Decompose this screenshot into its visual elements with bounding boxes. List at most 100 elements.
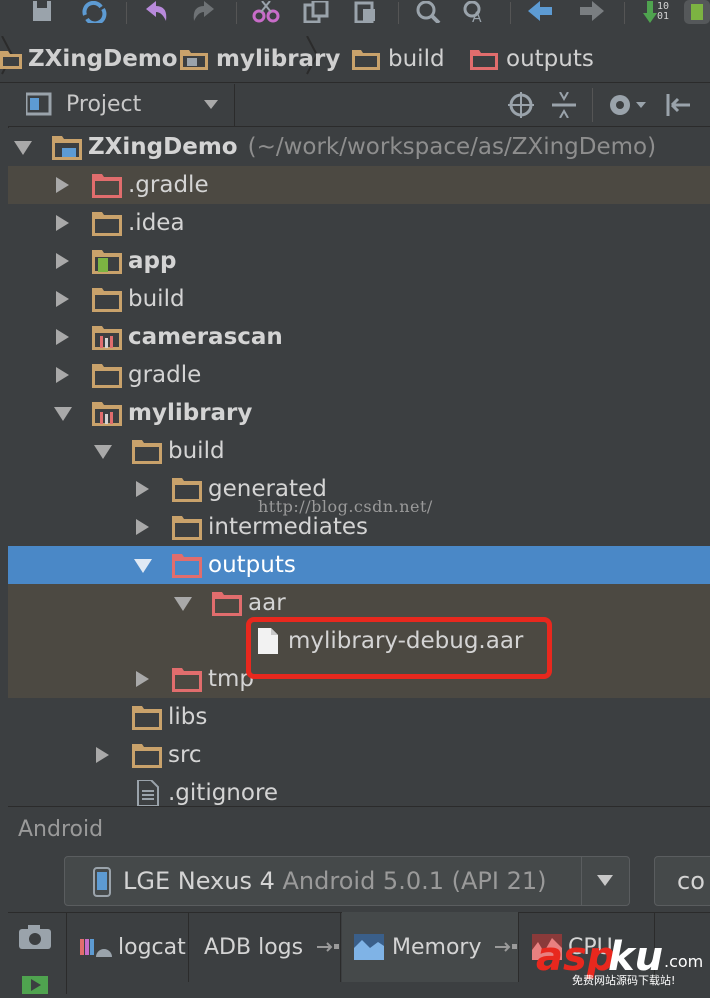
- tree-node-camerascan[interactable]: camerascan: [8, 318, 710, 356]
- tree-node-label: app: [128, 248, 177, 274]
- logo-tagline: 免费网站源码下载站!: [572, 974, 676, 987]
- device-label: LGE Nexus 4 Android 5.0.1 (API 21): [123, 857, 547, 905]
- collapsed-arrow-icon[interactable]: [96, 747, 109, 763]
- tab-logcat[interactable]: logcat: [74, 912, 189, 982]
- tree-node-idea[interactable]: .idea: [8, 204, 710, 242]
- tree-node-root[interactable]: ZXingDemo (~/work/workspace/as/ZXingDemo): [8, 128, 710, 166]
- make-icon-bits: 10 01: [656, 1, 670, 22]
- folder-icon: [92, 364, 122, 388]
- folder-icon: [132, 744, 162, 768]
- locate-file-icon[interactable]: [508, 92, 534, 122]
- find-icon[interactable]: [414, 0, 442, 24]
- run-icon[interactable]: [22, 976, 48, 998]
- tree-node-label: gradle: [128, 362, 202, 388]
- back-icon[interactable]: [526, 0, 554, 24]
- site-logo: asp ku .com 免费网站源码下载站!: [536, 936, 706, 988]
- tree-node-mylibrary[interactable]: mylibrary: [8, 394, 710, 432]
- tree-node-label: ZXingDemo (~/work/workspace/as/ZXingDemo): [88, 128, 656, 166]
- highlight-annotation-box: [246, 617, 552, 679]
- tree-node-label: mylibrary: [128, 400, 253, 426]
- expanded-arrow-icon[interactable]: [54, 407, 72, 421]
- project-folder-icon: [0, 51, 22, 69]
- folder-icon: [132, 440, 162, 464]
- text-file-icon: [137, 780, 159, 806]
- excluded-folder-icon: [172, 554, 202, 578]
- breadcrumb-item-build[interactable]: build: [352, 36, 445, 82]
- tab-memory[interactable]: Memory: [342, 912, 519, 982]
- library-module-icon: [92, 326, 122, 350]
- collapsed-arrow-icon[interactable]: [56, 253, 69, 269]
- collapsed-arrow-icon[interactable]: [56, 215, 69, 231]
- collapsed-arrow-icon[interactable]: [56, 329, 69, 345]
- chevron-down-icon[interactable]: [597, 875, 613, 887]
- restore-icon[interactable]: [495, 940, 518, 954]
- breadcrumb-label: ZXingDemo: [28, 46, 178, 72]
- collapsed-arrow-icon[interactable]: [136, 519, 149, 535]
- tree-node-label: .idea: [128, 210, 185, 236]
- collapsed-arrow-icon[interactable]: [136, 671, 149, 687]
- collapse-all-icon[interactable]: [552, 91, 576, 122]
- screenshot-camera-icon[interactable]: [18, 924, 52, 954]
- chevron-down-icon: [204, 100, 218, 109]
- make-icon[interactable]: 10 01: [636, 0, 676, 24]
- android-panel-title: Android: [18, 817, 104, 842]
- tree-node-src[interactable]: src: [8, 736, 710, 774]
- tree-node-app[interactable]: app: [8, 242, 710, 280]
- project-view-selector[interactable]: Project: [66, 84, 226, 126]
- collapsed-arrow-icon[interactable]: [56, 177, 69, 193]
- tree-node-gradle[interactable]: gradle: [8, 356, 710, 394]
- device-os: Android 5.0.1 (API 21): [282, 867, 547, 895]
- android-icon[interactable]: [684, 0, 710, 24]
- replace-icon[interactable]: A: [462, 0, 490, 24]
- process-selector[interactable]: co: [654, 856, 710, 906]
- tree-node-outputs[interactable]: outputs: [8, 546, 710, 584]
- folder-icon: [132, 706, 162, 730]
- main-toolbar: A 10 01: [0, 0, 710, 37]
- copy-icon[interactable]: [302, 0, 330, 24]
- expanded-arrow-icon[interactable]: [94, 445, 112, 459]
- expanded-arrow-icon[interactable]: [14, 141, 32, 155]
- hide-panel-icon[interactable]: [664, 92, 690, 122]
- save-icon[interactable]: [28, 0, 56, 24]
- tree-node-label: build: [128, 286, 185, 312]
- redo-icon[interactable]: [190, 0, 218, 24]
- breadcrumb-item-outputs[interactable]: outputs: [470, 36, 594, 82]
- memory-chart-icon: [354, 934, 384, 960]
- cut-icon[interactable]: [252, 0, 280, 24]
- folder-icon: [92, 212, 122, 236]
- logcat-icon: [80, 939, 112, 957]
- collapsed-arrow-icon[interactable]: [56, 291, 69, 307]
- android-panel-header: Android: [8, 806, 710, 853]
- navigation-breadcrumb: ZXingDemo mylibrary build outputs: [0, 35, 710, 229]
- collapsed-arrow-icon[interactable]: [136, 481, 149, 497]
- collapsed-arrow-icon[interactable]: [56, 367, 69, 383]
- logo-text-red: asp: [536, 934, 616, 980]
- expanded-arrow-icon[interactable]: [134, 559, 152, 573]
- project-view-icon: [24, 92, 54, 120]
- tab-label: logcat: [118, 934, 186, 960]
- tree-node-mylibrary-build[interactable]: build: [8, 432, 710, 470]
- sync-icon[interactable]: [80, 0, 108, 24]
- tree-node-label: src: [168, 742, 202, 768]
- expanded-arrow-icon[interactable]: [174, 597, 192, 611]
- breadcrumb-label: outputs: [506, 46, 594, 72]
- breadcrumb-item-zxingdemo[interactable]: ZXingDemo: [0, 36, 178, 82]
- library-module-icon: [92, 402, 122, 426]
- tree-node-label: build: [168, 438, 225, 464]
- breadcrumb-item-mylibrary[interactable]: mylibrary: [180, 36, 340, 82]
- device-selector[interactable]: LGE Nexus 4 Android 5.0.1 (API 21): [64, 856, 630, 906]
- tree-node-label: .gradle: [128, 172, 209, 198]
- tree-node-label: camerascan: [128, 324, 283, 350]
- tab-adb-logs[interactable]: ADB logs: [190, 912, 341, 982]
- tree-node-label: outputs: [208, 552, 296, 578]
- restore-icon[interactable]: [317, 940, 340, 954]
- module-folder-icon: [180, 50, 208, 70]
- paste-icon[interactable]: [352, 0, 380, 24]
- tree-node-build-root[interactable]: build: [8, 280, 710, 318]
- tree-node-gradle-cache[interactable]: .gradle: [8, 166, 710, 204]
- logo-text-white: ku: [608, 934, 664, 980]
- tree-node-libs[interactable]: libs: [8, 698, 710, 736]
- settings-gear-icon[interactable]: [608, 92, 648, 122]
- undo-icon[interactable]: [142, 0, 170, 24]
- forward-icon[interactable]: [578, 0, 606, 24]
